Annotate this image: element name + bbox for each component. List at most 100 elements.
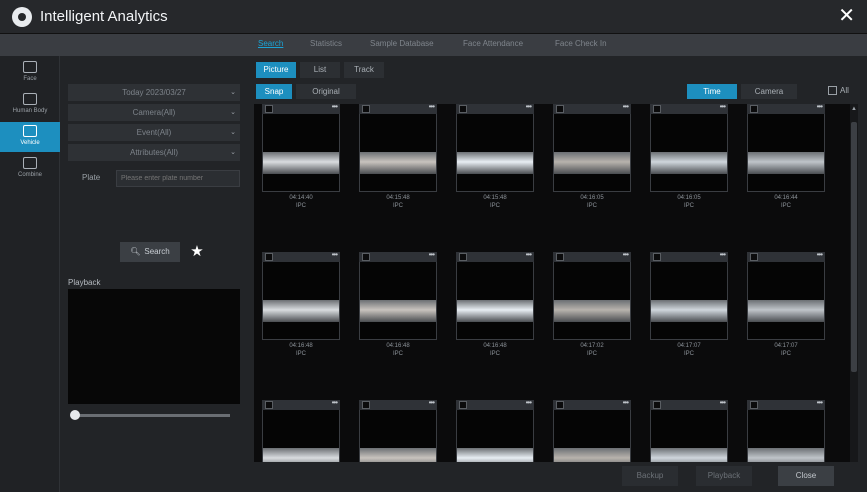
tab-picture[interactable]: Picture (256, 62, 296, 78)
attributes-select[interactable]: Attributes(All) ⌄ (68, 144, 240, 161)
result-card[interactable]: ••• 04:16:48 IPC (262, 250, 340, 362)
vehicle-snapshot[interactable] (262, 114, 340, 192)
more-options-icon[interactable]: ••• (817, 398, 823, 407)
vehicle-snapshot[interactable] (553, 410, 631, 462)
vehicle-snapshot[interactable] (456, 114, 534, 192)
card-select-checkbox[interactable] (556, 253, 564, 261)
result-card[interactable]: ••• (553, 398, 631, 462)
result-card[interactable]: ••• 04:16:05 IPC (553, 104, 631, 214)
card-select-checkbox[interactable] (653, 105, 661, 113)
playback-button[interactable]: Playback (696, 466, 752, 486)
more-options-icon[interactable]: ••• (526, 250, 532, 259)
more-options-icon[interactable]: ••• (332, 104, 338, 111)
vehicle-snapshot[interactable] (262, 410, 340, 462)
vehicle-snapshot[interactable] (456, 410, 534, 462)
result-card[interactable]: ••• (747, 398, 825, 462)
card-select-checkbox[interactable] (750, 105, 758, 113)
result-card[interactable]: ••• 04:16:48 IPC (456, 250, 534, 362)
backup-button[interactable]: Backup (622, 466, 678, 486)
result-card[interactable]: ••• 04:17:02 IPC (553, 250, 631, 362)
playback-progress-track[interactable] (74, 414, 230, 417)
result-card[interactable]: ••• 04:14:40 IPC (262, 104, 340, 214)
tab-snap[interactable]: Snap (256, 84, 292, 99)
more-options-icon[interactable]: ••• (623, 250, 629, 259)
result-card[interactable]: ••• (650, 398, 728, 462)
favorite-star-icon[interactable]: ★ (188, 242, 206, 262)
card-select-checkbox[interactable] (653, 401, 661, 409)
card-select-checkbox[interactable] (556, 401, 564, 409)
tab-track[interactable]: Track (344, 62, 384, 78)
card-select-checkbox[interactable] (459, 401, 467, 409)
select-all-checkbox[interactable] (828, 86, 837, 95)
vehicle-snapshot[interactable] (747, 410, 825, 462)
card-select-checkbox[interactable] (653, 253, 661, 261)
sort-time-button[interactable]: Time (687, 84, 737, 99)
vehicle-snapshot[interactable] (747, 262, 825, 340)
card-select-checkbox[interactable] (362, 253, 370, 261)
vehicle-snapshot[interactable] (650, 262, 728, 340)
more-options-icon[interactable]: ••• (526, 104, 532, 111)
card-select-checkbox[interactable] (265, 105, 273, 113)
vehicle-snapshot[interactable] (553, 114, 631, 192)
result-card[interactable]: ••• 04:16:44 IPC (747, 104, 825, 214)
vehicle-snapshot[interactable] (650, 114, 728, 192)
sidebar-item-face[interactable]: Face (0, 58, 60, 88)
vehicle-snapshot[interactable] (359, 262, 437, 340)
vehicle-snapshot[interactable] (359, 114, 437, 192)
card-select-checkbox[interactable] (556, 105, 564, 113)
more-options-icon[interactable]: ••• (817, 250, 823, 259)
more-options-icon[interactable]: ••• (817, 104, 823, 111)
close-icon[interactable]: ✕ (838, 5, 855, 27)
tab-list[interactable]: List (300, 62, 340, 78)
result-card[interactable]: ••• (262, 398, 340, 462)
camera-select[interactable]: Camera(All) ⌄ (68, 104, 240, 121)
card-select-checkbox[interactable] (459, 253, 467, 261)
search-button[interactable]: 🔍︎ Search (120, 242, 180, 262)
result-card[interactable]: ••• 04:16:48 IPC (359, 250, 437, 362)
sort-camera-button[interactable]: Camera (741, 84, 797, 99)
more-options-icon[interactable]: ••• (720, 398, 726, 407)
card-select-checkbox[interactable] (265, 401, 273, 409)
playback-progress-handle[interactable] (70, 410, 80, 420)
more-options-icon[interactable]: ••• (429, 250, 435, 259)
scroll-up-icon[interactable]: ▲ (851, 106, 857, 112)
sidebar-item-combine[interactable]: Combine (0, 154, 60, 184)
tab-statistics[interactable]: Statistics (310, 39, 342, 48)
tab-search[interactable]: Search (258, 39, 283, 48)
plate-number-input[interactable] (116, 170, 240, 187)
more-options-icon[interactable]: ••• (332, 250, 338, 259)
tab-face-attendance[interactable]: Face Attendance (463, 39, 523, 48)
card-select-checkbox[interactable] (459, 105, 467, 113)
sidebar-item-vehicle[interactable]: Vehicle (0, 122, 60, 152)
result-card[interactable]: ••• 04:16:05 IPC (650, 104, 728, 214)
more-options-icon[interactable]: ••• (429, 104, 435, 111)
more-options-icon[interactable]: ••• (623, 104, 629, 111)
vehicle-snapshot[interactable] (359, 410, 437, 462)
card-select-checkbox[interactable] (750, 253, 758, 261)
more-options-icon[interactable]: ••• (720, 250, 726, 259)
more-options-icon[interactable]: ••• (429, 398, 435, 407)
tab-original[interactable]: Original (296, 84, 356, 99)
result-card[interactable]: ••• (359, 398, 437, 462)
tab-face-check-in[interactable]: Face Check In (555, 39, 607, 48)
more-options-icon[interactable]: ••• (526, 398, 532, 407)
more-options-icon[interactable]: ••• (623, 398, 629, 407)
tab-sample-database[interactable]: Sample Database (370, 39, 434, 48)
vehicle-snapshot[interactable] (747, 114, 825, 192)
more-options-icon[interactable]: ••• (720, 104, 726, 111)
event-select[interactable]: Event(All) ⌄ (68, 124, 240, 141)
result-card[interactable]: ••• (456, 398, 534, 462)
card-select-checkbox[interactable] (265, 253, 273, 261)
date-select[interactable]: Today 2023/03/27 ⌄ (68, 84, 240, 101)
sidebar-item-human-body[interactable]: Human Body (0, 90, 60, 120)
result-card[interactable]: ••• 04:17:07 IPC (650, 250, 728, 362)
card-select-checkbox[interactable] (750, 401, 758, 409)
vehicle-snapshot[interactable] (553, 262, 631, 340)
result-card[interactable]: ••• 04:15:48 IPC (359, 104, 437, 214)
close-button[interactable]: Close (778, 466, 834, 486)
card-select-checkbox[interactable] (362, 105, 370, 113)
more-options-icon[interactable]: ••• (332, 398, 338, 407)
result-card[interactable]: ••• 04:17:07 IPC (747, 250, 825, 362)
card-select-checkbox[interactable] (362, 401, 370, 409)
vehicle-snapshot[interactable] (456, 262, 534, 340)
